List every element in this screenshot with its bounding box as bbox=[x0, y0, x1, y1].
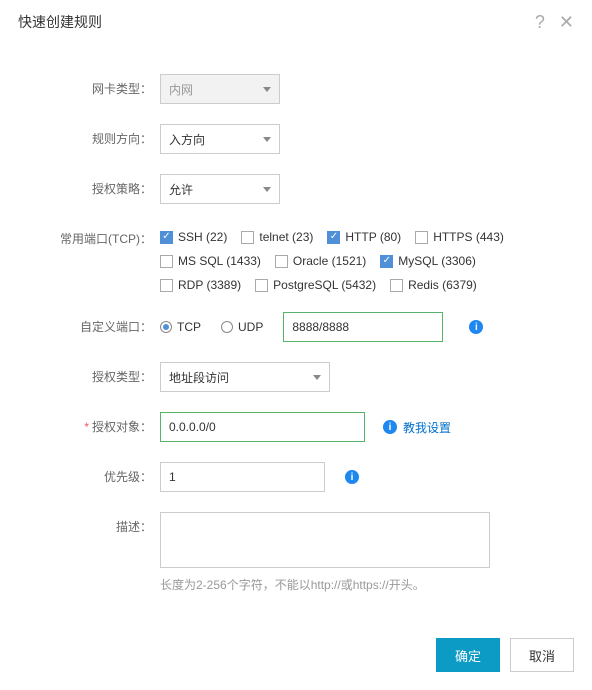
nic-type-select: 内网 bbox=[160, 74, 280, 104]
dialog-header: 快速创建规则 ? ✕ bbox=[0, 0, 592, 44]
required-mark: * bbox=[84, 420, 89, 434]
port-label: PostgreSQL (5432) bbox=[273, 278, 376, 292]
cancel-button[interactable]: 取消 bbox=[510, 638, 574, 672]
port-checkbox[interactable]: HTTP (80) bbox=[327, 230, 401, 244]
label-direction: 规则方向： bbox=[20, 124, 160, 154]
auth-type-value: 地址段访问 bbox=[169, 369, 229, 386]
port-label: MySQL (3306) bbox=[398, 254, 476, 268]
auth-policy-value: 允许 bbox=[169, 181, 193, 198]
checkbox-icon bbox=[255, 279, 268, 292]
chevron-down-icon bbox=[263, 137, 271, 142]
port-checkbox[interactable]: MS SQL (1433) bbox=[160, 254, 261, 268]
protocol-radio-tcp[interactable]: TCP bbox=[160, 320, 201, 334]
port-checkbox[interactable]: Redis (6379) bbox=[390, 278, 477, 292]
checkbox-icon bbox=[275, 255, 288, 268]
label-auth-type: 授权类型： bbox=[20, 362, 160, 392]
checkbox-icon bbox=[390, 279, 403, 292]
checkbox-icon bbox=[160, 255, 173, 268]
port-checkbox[interactable]: SSH (22) bbox=[160, 230, 227, 244]
radio-icon bbox=[160, 321, 172, 333]
label-description: 描述： bbox=[20, 512, 160, 542]
info-icon[interactable]: i bbox=[469, 320, 483, 334]
port-checkbox[interactable]: Oracle (1521) bbox=[275, 254, 366, 268]
auth-object-input[interactable] bbox=[160, 412, 365, 442]
port-label: Redis (6379) bbox=[408, 278, 477, 292]
port-label: MS SQL (1433) bbox=[178, 254, 261, 268]
label-priority: 优先级： bbox=[20, 462, 160, 492]
port-label: HTTPS (443) bbox=[433, 230, 504, 244]
protocol-radio-udp[interactable]: UDP bbox=[221, 320, 263, 334]
dialog-title: 快速创建规则 bbox=[18, 12, 535, 32]
port-input[interactable] bbox=[283, 312, 443, 342]
direction-value: 入方向 bbox=[169, 131, 205, 148]
label-auth-policy: 授权策略： bbox=[20, 174, 160, 204]
port-checkbox[interactable]: telnet (23) bbox=[241, 230, 313, 244]
protocol-tcp-label: TCP bbox=[177, 320, 201, 334]
checkbox-icon bbox=[327, 231, 340, 244]
protocol-udp-label: UDP bbox=[238, 320, 263, 334]
label-nic-type: 网卡类型： bbox=[20, 74, 160, 104]
label-custom-port: 自定义端口： bbox=[20, 312, 160, 342]
port-checkbox[interactable]: PostgreSQL (5432) bbox=[255, 278, 376, 292]
chevron-down-icon bbox=[263, 87, 271, 92]
port-label: SSH (22) bbox=[178, 230, 227, 244]
checkbox-icon bbox=[160, 279, 173, 292]
description-hint: 长度为2-256个字符，不能以http://或https://开头。 bbox=[160, 576, 572, 593]
checkbox-icon bbox=[241, 231, 254, 244]
label-common-ports: 常用端口(TCP)： bbox=[20, 224, 160, 254]
port-checkbox[interactable]: HTTPS (443) bbox=[415, 230, 504, 244]
nic-type-value: 内网 bbox=[169, 81, 193, 98]
form-body: 网卡类型： 内网 规则方向： 入方向 授权策略： 允许 常用端口(TC bbox=[0, 44, 592, 603]
help-icon[interactable]: ? bbox=[535, 13, 545, 31]
ports-grid: SSH (22) telnet (23) HTTP (80) HTTPS (443) M… bbox=[160, 224, 504, 292]
port-checkbox[interactable]: RDP (3389) bbox=[160, 278, 241, 292]
checkbox-icon bbox=[160, 231, 173, 244]
dialog-footer: 确定 取消 bbox=[436, 638, 574, 672]
description-textarea[interactable] bbox=[160, 512, 490, 568]
port-label: RDP (3389) bbox=[178, 278, 241, 292]
port-label: telnet (23) bbox=[259, 230, 313, 244]
auth-policy-select[interactable]: 允许 bbox=[160, 174, 280, 204]
priority-input[interactable] bbox=[160, 462, 325, 492]
port-label: HTTP (80) bbox=[345, 230, 401, 244]
direction-select[interactable]: 入方向 bbox=[160, 124, 280, 154]
port-checkbox[interactable]: MySQL (3306) bbox=[380, 254, 476, 268]
auth-type-select[interactable]: 地址段访问 bbox=[160, 362, 330, 392]
label-auth-object: *授权对象： bbox=[20, 412, 160, 442]
close-icon[interactable]: ✕ bbox=[559, 13, 574, 31]
port-label: Oracle (1521) bbox=[293, 254, 366, 268]
chevron-down-icon bbox=[313, 375, 321, 380]
chevron-down-icon bbox=[263, 187, 271, 192]
ok-button[interactable]: 确定 bbox=[436, 638, 500, 672]
info-icon[interactable]: i bbox=[345, 470, 359, 484]
checkbox-icon bbox=[380, 255, 393, 268]
info-icon[interactable]: i bbox=[383, 420, 397, 434]
checkbox-icon bbox=[415, 231, 428, 244]
radio-icon bbox=[221, 321, 233, 333]
teach-me-link[interactable]: 教我设置 bbox=[403, 419, 451, 436]
